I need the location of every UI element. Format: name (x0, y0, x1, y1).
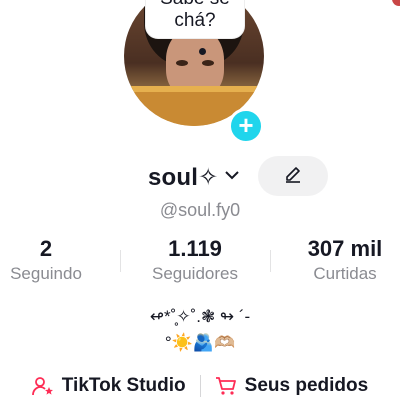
tiktok-studio-link[interactable]: TikTok Studio (31, 375, 186, 397)
notification-dot (392, 0, 400, 6)
plus-icon: + (238, 110, 254, 140)
add-story-button[interactable]: + (228, 108, 264, 144)
profile-bio: ↫*˚̥✧˚.❃ ↬ ´- °☀️🫂🫶🏼 (0, 304, 400, 356)
likes-count: 307 mil (307, 236, 383, 261)
following-count: 2 (39, 236, 53, 261)
stats-divider (120, 250, 121, 272)
note-bubble[interactable]: Sabe se chá? (146, 0, 244, 38)
orders-link[interactable]: Seus pedidos (215, 375, 369, 397)
chevron-down-icon[interactable] (224, 168, 240, 186)
stat-likes[interactable]: 307 mil Curtidas (290, 236, 400, 284)
username-row[interactable]: soul✧ (148, 160, 240, 194)
stats-row: 2 Seguindo 1.119 Seguidores 307 mil Curt… (0, 236, 400, 288)
creator-links-row: TikTok Studio Seus pedidos (0, 372, 400, 400)
edit-profile-button[interactable] (258, 156, 328, 196)
followers-label: Seguidores (151, 264, 238, 283)
tiktok-studio-label: TikTok Studio (61, 375, 186, 396)
stat-followers[interactable]: 1.119 Seguidores (140, 236, 250, 284)
stat-following[interactable]: 2 Seguindo (0, 236, 96, 284)
likes-label: Curtidas (313, 264, 377, 283)
note-text: Sabe se chá? (160, 0, 230, 31)
stats-divider (270, 250, 271, 272)
following-label: Seguindo (10, 264, 82, 283)
bio-line: °☀️🫂🫶🏼 (164, 333, 236, 352)
links-divider (199, 375, 201, 397)
note-bubble-tail (199, 48, 206, 55)
cart-icon (215, 376, 237, 396)
bio-line: ↫*˚̥✧˚.❃ ↬ ´- (149, 307, 251, 326)
user-handle: @soul.fy0 (159, 200, 241, 220)
orders-label: Seus pedidos (244, 375, 369, 396)
person-star-icon (31, 376, 54, 396)
followers-count: 1.119 (168, 236, 222, 261)
pencil-icon (283, 164, 303, 189)
username: soul✧ (148, 163, 219, 191)
